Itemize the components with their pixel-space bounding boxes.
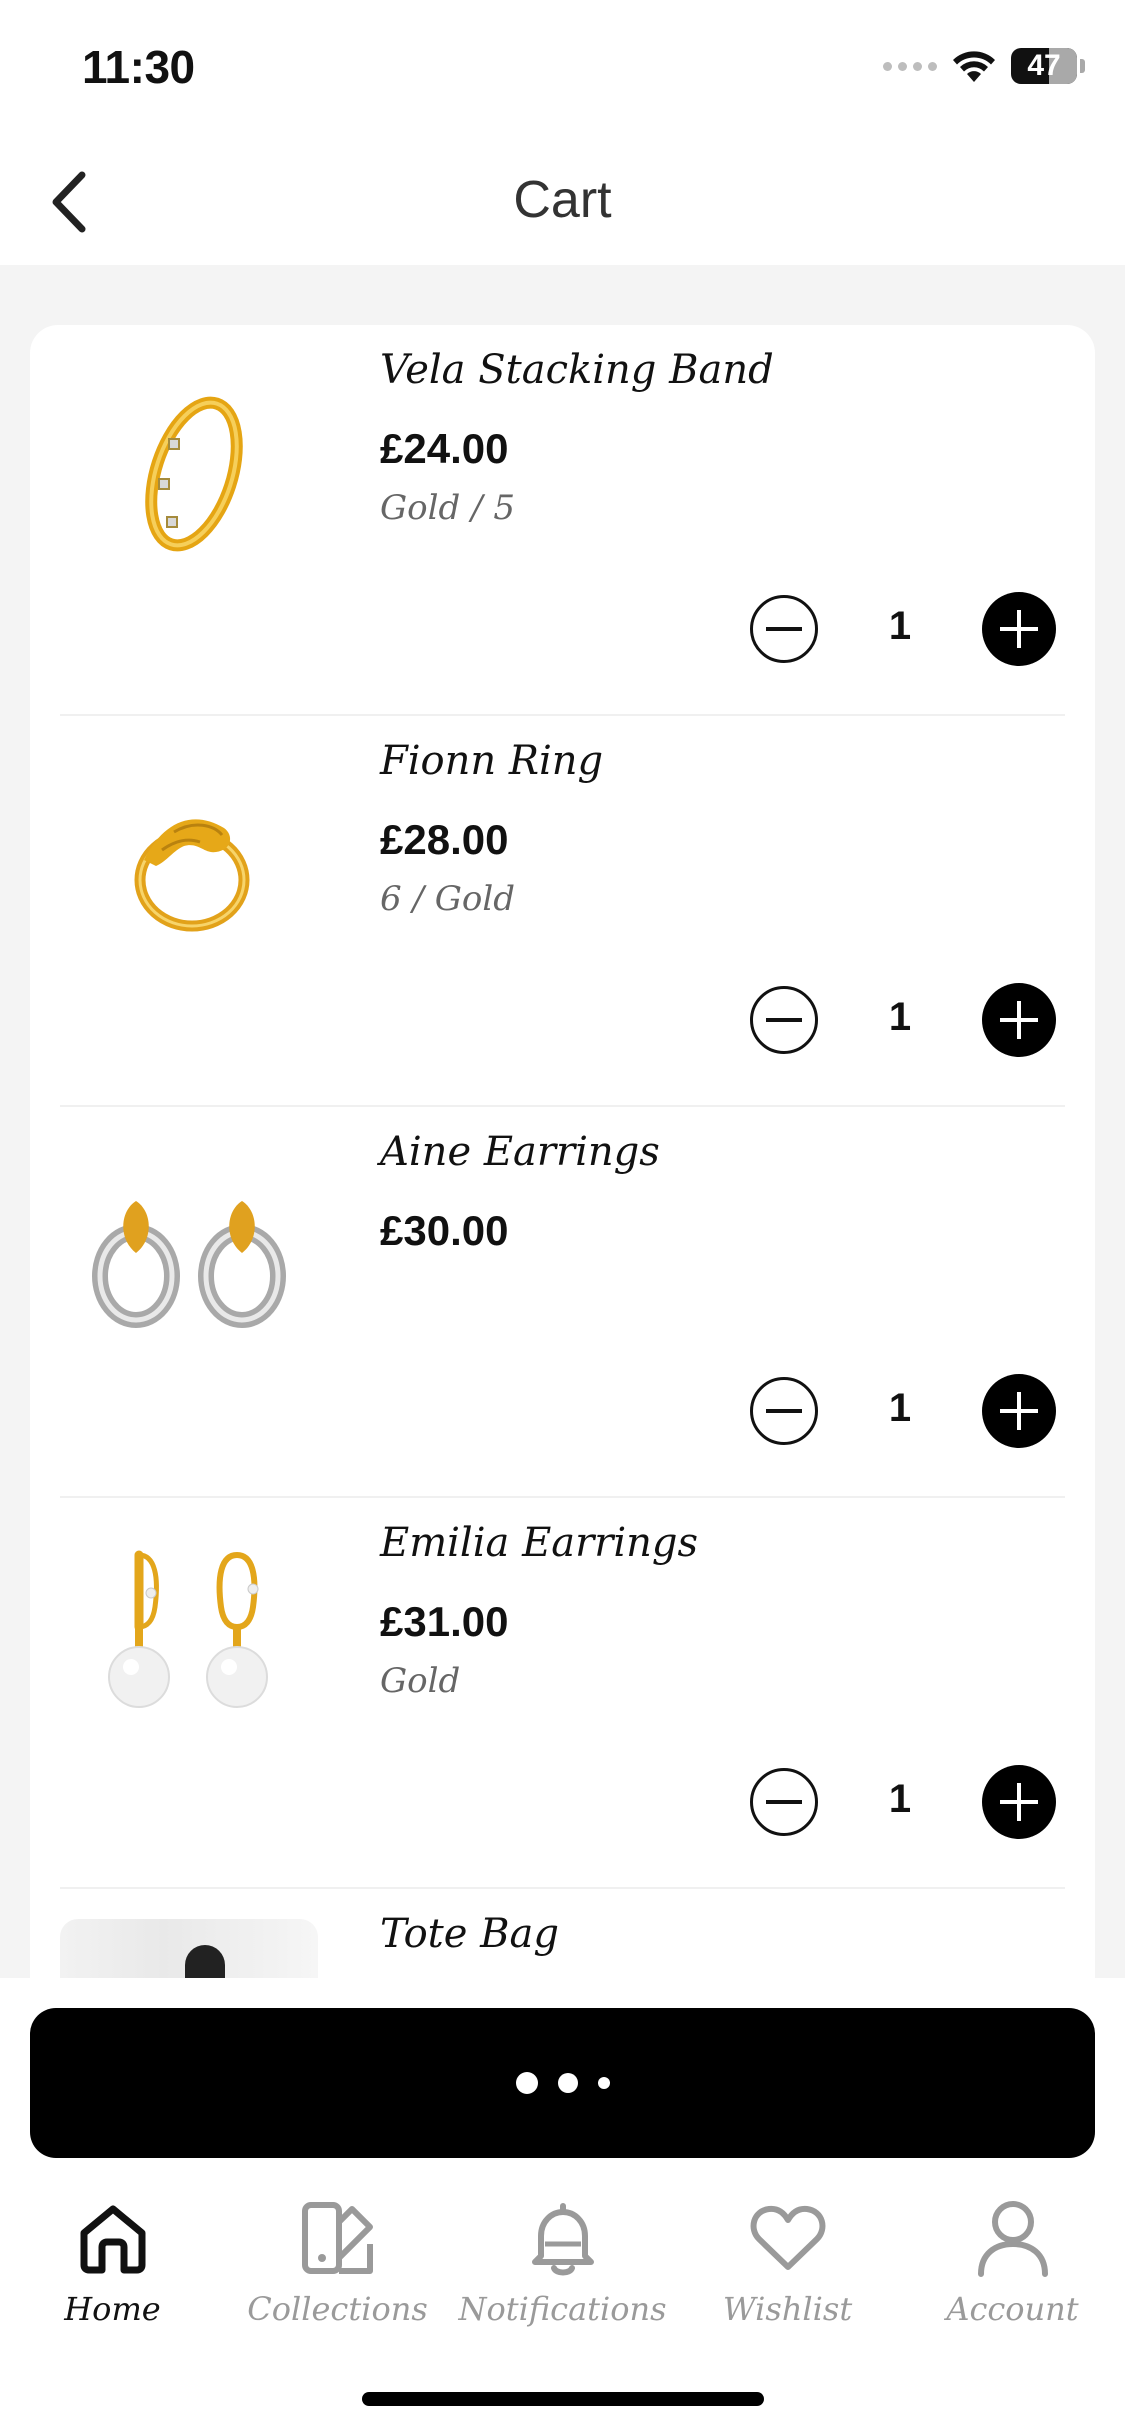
cart-item: Aine Earrings £30.00 1 xyxy=(60,1107,1065,1498)
loading-dots-icon xyxy=(515,2072,610,2094)
cart-item: Emilia Earrings £31.00 Gold 1 xyxy=(60,1498,1065,1889)
product-name[interactable]: Vela Stacking Band xyxy=(380,347,774,393)
product-price: £28.00 xyxy=(380,816,509,863)
quantity-value: 1 xyxy=(888,604,912,648)
product-image[interactable] xyxy=(60,1127,318,1385)
cart-list: Vela Stacking Band £24.00 Gold / 5 1 Fio… xyxy=(30,325,1095,1985)
quantity-value: 1 xyxy=(888,995,912,1039)
status-icons: 47 xyxy=(883,48,1085,84)
product-name[interactable]: Fionn Ring xyxy=(380,738,603,784)
decrease-quantity-button[interactable] xyxy=(750,595,818,663)
tab-wishlist[interactable]: Wishlist xyxy=(675,2198,900,2358)
increase-quantity-button[interactable] xyxy=(982,1765,1056,1839)
tab-label: Wishlist xyxy=(722,2290,853,2328)
minus-icon xyxy=(766,1018,802,1022)
plus-icon xyxy=(1000,610,1038,648)
product-name[interactable]: Emilia Earrings xyxy=(380,1520,698,1566)
quantity-stepper: 1 xyxy=(750,1765,1060,1839)
minus-icon xyxy=(766,1800,802,1804)
product-image[interactable] xyxy=(60,1919,318,1985)
collections-icon xyxy=(298,2198,378,2278)
decrease-quantity-button[interactable] xyxy=(750,986,818,1054)
tab-label: Notifications xyxy=(458,2290,667,2328)
product-image[interactable] xyxy=(60,345,318,603)
product-name[interactable]: Aine Earrings xyxy=(380,1129,660,1175)
product-image[interactable] xyxy=(60,1518,318,1776)
product-price: £31.00 xyxy=(380,1598,509,1645)
tab-notifications[interactable]: Notifications xyxy=(450,2198,675,2358)
cellular-icon xyxy=(883,61,937,71)
home-icon xyxy=(73,2198,153,2278)
cart-item: Vela Stacking Band £24.00 Gold / 5 1 xyxy=(60,325,1065,716)
status-time: 11:30 xyxy=(82,41,195,93)
plus-icon xyxy=(1000,1001,1038,1039)
wifi-icon xyxy=(953,51,995,82)
decrease-quantity-button[interactable] xyxy=(750,1768,818,1836)
product-variant: Gold xyxy=(380,1661,461,1701)
nav-bar: Cart xyxy=(0,140,1125,265)
cart-item: Fionn Ring £28.00 6 / Gold 1 xyxy=(60,716,1065,1107)
user-icon xyxy=(973,2198,1053,2278)
cart-item: Tote Bag xyxy=(60,1889,1065,1985)
product-price: £30.00 xyxy=(380,1207,509,1254)
tab-home[interactable]: Home xyxy=(0,2198,225,2358)
decrease-quantity-button[interactable] xyxy=(750,1377,818,1445)
increase-quantity-button[interactable] xyxy=(982,983,1056,1057)
checkout-button[interactable] xyxy=(30,2008,1095,2158)
increase-quantity-button[interactable] xyxy=(982,1374,1056,1448)
heart-icon xyxy=(748,2198,828,2278)
product-variant: 6 / Gold xyxy=(380,879,515,919)
home-indicator xyxy=(362,2392,764,2406)
quantity-value: 1 xyxy=(888,1386,912,1430)
plus-icon xyxy=(1000,1392,1038,1430)
product-variant: Gold / 5 xyxy=(380,488,515,528)
status-bar: 11:30 47 xyxy=(0,0,1125,140)
tab-label: Collections xyxy=(247,2290,428,2328)
minus-icon xyxy=(766,627,802,631)
quantity-stepper: 1 xyxy=(750,983,1060,1057)
plus-icon xyxy=(1000,1783,1038,1821)
quantity-stepper: 1 xyxy=(750,1374,1060,1448)
tab-account[interactable]: Account xyxy=(900,2198,1125,2358)
increase-quantity-button[interactable] xyxy=(982,592,1056,666)
product-price: £24.00 xyxy=(380,425,509,472)
quantity-value: 1 xyxy=(888,1777,912,1821)
tab-collections[interactable]: Collections xyxy=(225,2198,450,2358)
quantity-stepper: 1 xyxy=(750,592,1060,666)
tab-label: Account xyxy=(946,2290,1079,2328)
product-image[interactable] xyxy=(60,736,318,994)
page-title: Cart xyxy=(513,171,612,229)
checkout-area xyxy=(0,1978,1125,2158)
tab-label: Home xyxy=(64,2290,161,2328)
minus-icon xyxy=(766,1409,802,1413)
bell-icon xyxy=(523,2198,603,2278)
battery-percent: 47 xyxy=(1027,49,1061,82)
battery-icon: 47 xyxy=(1011,48,1085,84)
product-name[interactable]: Tote Bag xyxy=(380,1911,559,1957)
